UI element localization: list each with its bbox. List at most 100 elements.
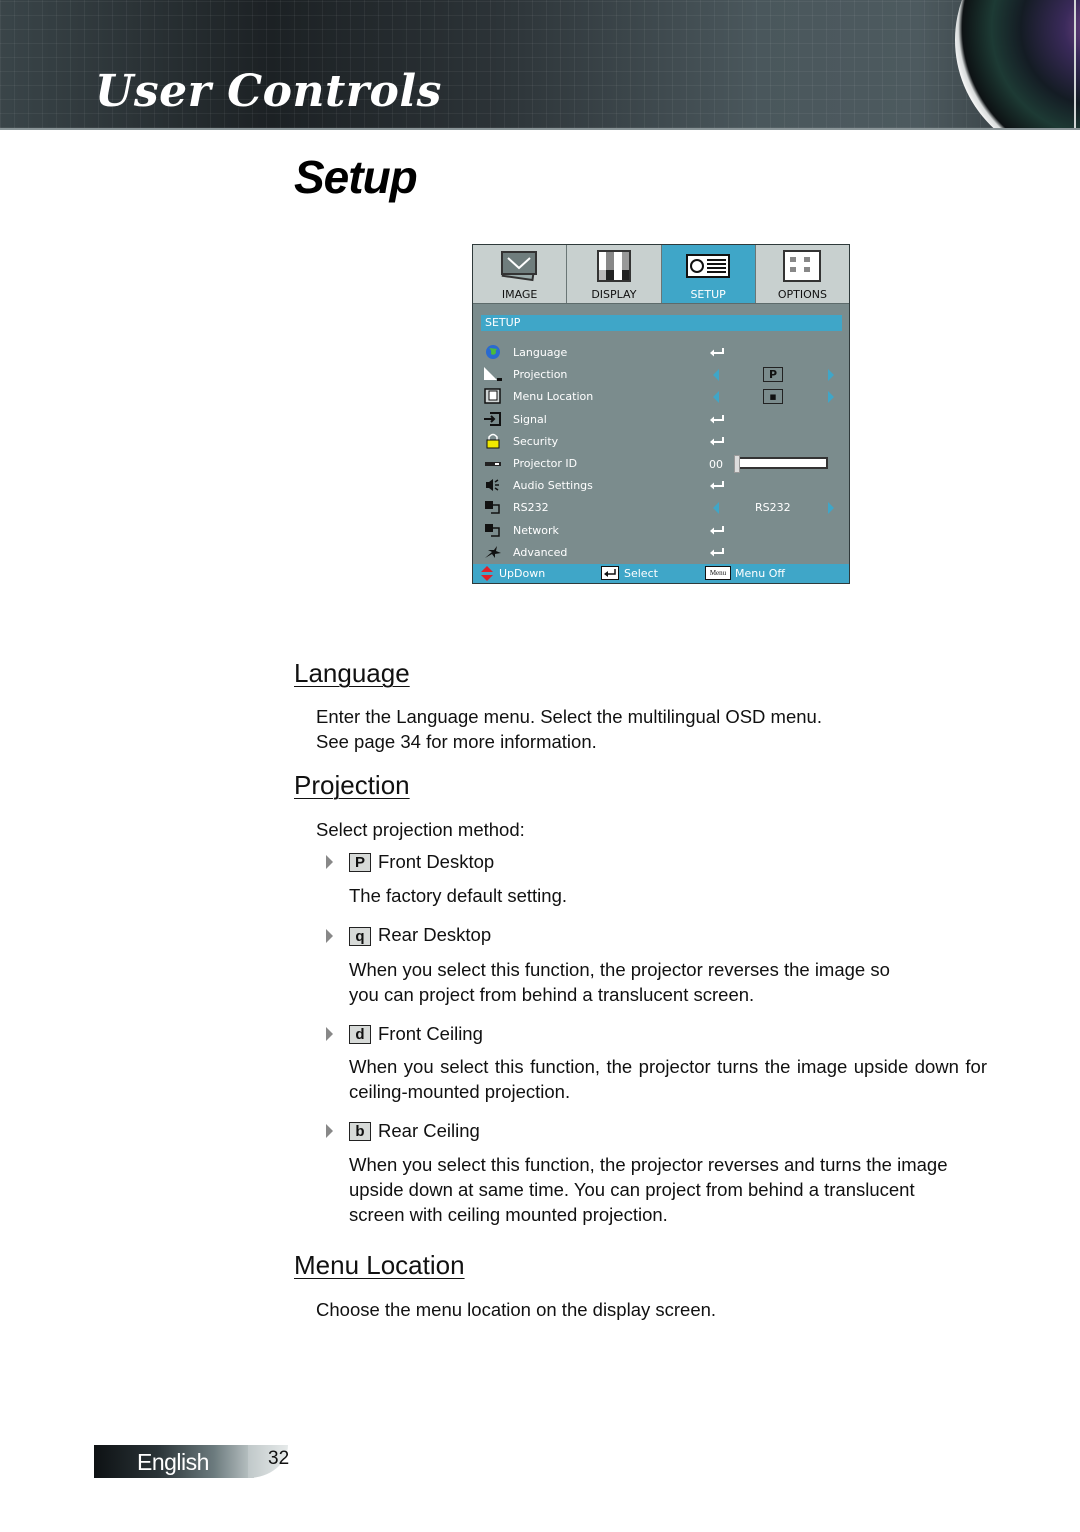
tab-display[interactable]: DISPLAY (567, 245, 662, 303)
projector-id-value: 00 (709, 457, 723, 471)
banner-edge (1074, 0, 1076, 128)
updown-hint: UpDown (499, 567, 546, 580)
tab-image-label: IMAGE (501, 288, 538, 301)
front-desktop-desc: The factory default setting. (349, 885, 568, 906)
osd-item-projector-id[interactable]: Projector ID 00 (473, 453, 851, 475)
osd-item-audio-settings[interactable]: Audio Settings (473, 475, 851, 497)
signal-icon (484, 411, 501, 426)
enter-icon (710, 414, 724, 424)
rear-desktop-desc-line2: you can project from behind a translucen… (349, 984, 755, 1005)
menu-off-hint: Menu Off (735, 567, 785, 580)
osd-footer-bar: UpDown Select Menu Menu Off (473, 564, 849, 583)
enter-icon (710, 481, 724, 490)
lens-image (955, 0, 1080, 128)
menu-location-heading: Menu Location (294, 1250, 465, 1280)
rear-ceiling-desc: When you select this function, the proje… (349, 1154, 948, 1225)
arrow-left-icon[interactable] (713, 502, 719, 515)
osd-item-list: Language Projection P Menu Location ▪ Si… (473, 342, 851, 564)
section-title: User Controls (95, 66, 442, 117)
enter-icon (710, 348, 724, 357)
bullet-arrow-icon (326, 855, 333, 869)
osd-item-label: Signal (513, 412, 547, 426)
tab-setup-label: SETUP (690, 288, 726, 301)
osd-item-label: Audio Settings (513, 479, 593, 493)
rs232-value: RS232 (755, 501, 791, 515)
osd-item-label: Language (513, 346, 568, 359)
projection-intro: Select projection method: (316, 819, 525, 840)
menu-location-value: ▪ (763, 389, 783, 405)
projection-value: P (763, 367, 783, 383)
bullet-arrow-icon (326, 929, 333, 943)
footer-language: English (137, 1449, 209, 1475)
projector-id-slider[interactable] (734, 454, 828, 473)
page-number: 32 (268, 1448, 290, 1469)
front-ceiling-label: Front Ceiling (378, 1023, 483, 1044)
osd-item-label: Advanced (513, 545, 568, 559)
network-icon (485, 523, 500, 537)
osd-item-security[interactable]: Security (473, 431, 851, 453)
osd-item-label: Security (513, 434, 559, 448)
osd-item-projection[interactable]: Projection P (473, 364, 851, 386)
projector-id-icon (485, 461, 501, 466)
osd-menu: IMAGE DISPLAY SETUP OPTIONS SETUP Langua… (472, 244, 850, 584)
rs232-icon (485, 501, 500, 515)
projector-icon (686, 254, 731, 278)
menu-key-icon: Menu (705, 566, 731, 580)
updown-arrows-icon (481, 566, 493, 581)
bullet-arrow-icon (326, 1124, 333, 1138)
enter-icon (710, 436, 724, 446)
bullet-arrow-icon (326, 1027, 333, 1041)
front-ceiling-desc: When you select this function, the proje… (349, 1056, 987, 1102)
rear-desktop-icon: q (349, 927, 371, 946)
osd-item-label: Network (513, 523, 559, 537)
projection-icon (484, 367, 502, 382)
tab-options-label: OPTIONS (777, 288, 827, 301)
globe-icon (486, 345, 500, 359)
options-icon (783, 250, 822, 282)
advanced-icon (485, 545, 501, 558)
rear-desktop-desc-line1: When you select this function, the proje… (349, 959, 890, 980)
osd-item-rs232[interactable]: RS232 RS232 (473, 497, 851, 519)
tab-options[interactable]: OPTIONS (756, 245, 849, 303)
arrow-right-icon[interactable] (828, 369, 834, 382)
tab-image[interactable]: IMAGE (473, 245, 568, 303)
select-key-icon (601, 566, 619, 580)
speaker-icon (486, 479, 499, 492)
language-heading: Language (294, 658, 410, 688)
osd-item-advanced[interactable]: Advanced (473, 542, 851, 564)
arrow-right-icon[interactable] (828, 502, 834, 515)
tab-display-label: DISPLAY (591, 288, 637, 301)
arrow-right-icon[interactable] (828, 391, 834, 404)
select-hint: Select (624, 567, 658, 580)
image-icon (500, 251, 537, 282)
language-text-line1: Enter the Language menu. Select the mult… (316, 706, 822, 727)
rear-ceiling-label: Rear Ceiling (378, 1120, 480, 1141)
lock-icon (486, 433, 500, 449)
osd-tab-bar: IMAGE DISPLAY SETUP OPTIONS (473, 245, 849, 304)
tab-setup[interactable]: SETUP (661, 245, 756, 303)
language-text-line2: See page 34 for more information. (316, 731, 597, 752)
front-ceiling-icon: d (349, 1025, 371, 1044)
projection-heading: Projection (294, 770, 410, 800)
osd-item-language[interactable]: Language (473, 342, 851, 364)
enter-icon (710, 547, 724, 557)
front-desktop-label: Front Desktop (378, 851, 495, 872)
osd-item-label: Projection (513, 368, 568, 382)
page-title: Setup (294, 151, 418, 203)
osd-item-menu-location[interactable]: Menu Location ▪ (473, 386, 851, 408)
menu-location-icon (484, 388, 501, 405)
rear-desktop-label: Rear Desktop (378, 924, 492, 945)
menu-location-text: Choose the menu location on the display … (316, 1299, 717, 1320)
arrow-left-icon[interactable] (713, 391, 719, 404)
rear-ceiling-icon: b (349, 1122, 371, 1141)
osd-item-network[interactable]: Network (473, 520, 851, 542)
osd-item-label: Menu Location (513, 390, 594, 404)
display-icon (596, 250, 631, 282)
arrow-left-icon[interactable] (713, 369, 719, 382)
osd-item-label: Projector ID (513, 456, 578, 470)
slider-thumb[interactable] (734, 454, 740, 473)
osd-item-signal[interactable]: Signal (473, 409, 851, 431)
osd-item-label: RS232 (513, 501, 549, 515)
enter-icon (710, 525, 724, 534)
header-banner: User Controls (0, 0, 1080, 130)
